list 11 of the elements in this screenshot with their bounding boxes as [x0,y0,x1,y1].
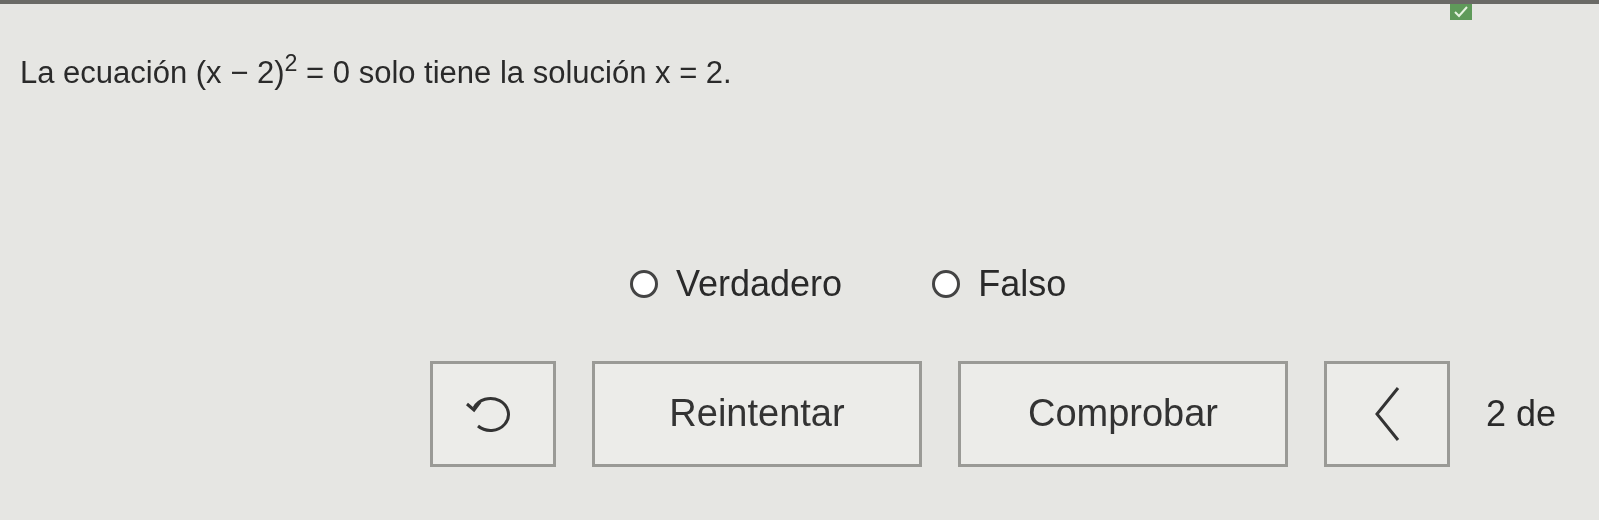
question-text: La ecuación (x − 2)$^{2}$ = 0 solo tiene la solución x = 2. [20,50,733,92]
retry-button[interactable] [430,360,556,467]
chevron-left-icon [1374,385,1400,442]
radio-option[interactable]: Falso [932,256,1067,311]
check-icon [1450,4,1472,20]
option-label: Falso [978,261,1067,306]
option-label: Verdadero [676,261,843,306]
action-button[interactable]: Comprobar [958,360,1288,467]
page-counter: 2 de [1486,391,1557,436]
radio-option[interactable]: Verdadero [630,256,843,311]
action-button[interactable]: Reintentar [592,360,922,467]
